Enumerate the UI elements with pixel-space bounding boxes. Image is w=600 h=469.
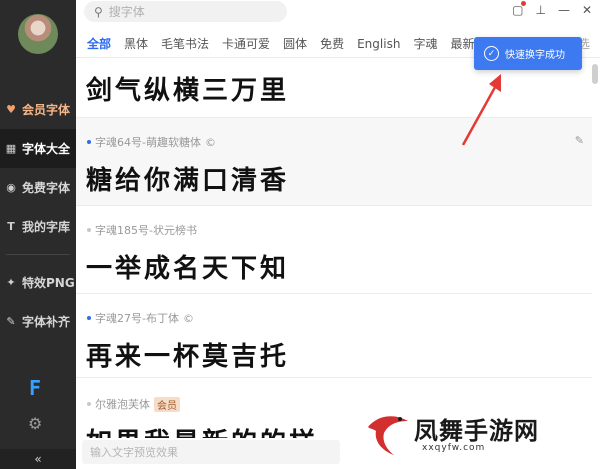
effect-icon: ✦ bbox=[6, 276, 16, 289]
edit-icon[interactable]: ✎ bbox=[575, 134, 584, 147]
sidebar-item-effect-png[interactable]: ✦ 特效PNG bbox=[0, 263, 76, 302]
font-card[interactable]: 字魂185号-状元榜书 一举成名天下知 bbox=[76, 206, 592, 294]
preview-text-box[interactable] bbox=[82, 440, 340, 464]
tab-round[interactable]: 圆体 bbox=[283, 30, 307, 58]
collapse-sidebar-button[interactable]: « bbox=[0, 449, 76, 469]
close-icon[interactable]: ✕ bbox=[582, 3, 592, 17]
font-card[interactable]: 字魂64号-萌趣软糖体 © ✎ 糖给你满口清香 bbox=[76, 118, 592, 206]
wrench-icon: ✎ bbox=[6, 315, 16, 328]
new-dot bbox=[87, 140, 91, 144]
font-preview-text: 再来一杯莫吉托 bbox=[86, 342, 290, 372]
tab-all[interactable]: 全部 bbox=[87, 30, 111, 58]
copyright-icon: © bbox=[204, 135, 216, 149]
sidebar-item-all-fonts[interactable]: ▦ 字体大全 bbox=[0, 129, 76, 168]
check-circle-icon: ✓ bbox=[484, 46, 499, 61]
avatar[interactable] bbox=[18, 14, 58, 54]
minimize-button[interactable]: — bbox=[558, 3, 570, 17]
pin-icon[interactable]: ⊥ bbox=[535, 3, 545, 17]
annotation-arrow bbox=[461, 74, 501, 146]
sidebar-item-my-library[interactable]: T 我的字库 bbox=[0, 207, 76, 246]
sidebar-item-label: 免费字体 bbox=[22, 181, 71, 195]
sidebar-item-label: 特效PNG bbox=[22, 276, 75, 290]
font-preview-text: 如果我是新的的样 bbox=[86, 422, 318, 438]
grid-icon: ▦ bbox=[5, 142, 17, 155]
search-icon: ⚲ bbox=[94, 4, 103, 19]
sidebar: ♥ 会员字体 ▦ 字体大全 ◉ 免费字体 T 我的字库 ✦ 特效PNG ✎ 字体… bbox=[0, 0, 76, 469]
font-list: 剑气纵横三万里 字魂64号-萌趣软糖体 © ✎ 糖给你满口清香 字魂185号-状… bbox=[76, 58, 592, 438]
sidebar-item-label: 字体补齐 bbox=[22, 315, 71, 329]
gear-icon[interactable]: ⚙ bbox=[28, 414, 42, 433]
app-logo-icon: F bbox=[29, 376, 42, 400]
sidebar-item-vip-fonts[interactable]: ♥ 会员字体 bbox=[0, 90, 76, 129]
notification-dot bbox=[521, 1, 527, 6]
font-preview-text: 一举成名天下知 bbox=[86, 254, 290, 284]
font-name-text: 尔雅泡芙体 bbox=[95, 398, 150, 411]
font-name: 尔雅泡芙体 会员 bbox=[87, 396, 180, 412]
search-box[interactable]: ⚲ bbox=[84, 1, 287, 22]
watermark-title: 凤舞手游网 bbox=[414, 417, 539, 445]
preview-text-input[interactable] bbox=[90, 445, 330, 459]
sidebar-item-label: 字体大全 bbox=[22, 142, 71, 156]
search-input[interactable] bbox=[108, 4, 259, 19]
font-preview-text: 剑气纵横三万里 bbox=[86, 76, 290, 106]
status-dot bbox=[87, 402, 91, 406]
toast-text: 快速换字成功 bbox=[505, 50, 565, 61]
tab-latest[interactable]: 最新 bbox=[450, 30, 474, 58]
sidebar-item-free-fonts[interactable]: ◉ 免费字体 bbox=[0, 168, 76, 207]
phoenix-logo-icon bbox=[368, 416, 408, 455]
sidebar-item-label: 我的字库 bbox=[22, 220, 71, 234]
vip-badge: 会员 bbox=[154, 396, 180, 412]
tab-calligraphy[interactable]: 毛笔书法 bbox=[161, 30, 209, 58]
free-icon: ◉ bbox=[6, 181, 16, 194]
new-dot bbox=[87, 316, 91, 320]
tab-english[interactable]: English bbox=[357, 30, 400, 58]
window-controls: ▢ ⊥ — ✕ bbox=[512, 1, 592, 17]
tab-heiti[interactable]: 黑体 bbox=[124, 30, 148, 58]
message-icon[interactable]: ▢ bbox=[512, 1, 527, 17]
status-dot bbox=[87, 228, 91, 232]
sidebar-item-font-complete[interactable]: ✎ 字体补齐 bbox=[0, 302, 76, 341]
heart-icon: ♥ bbox=[6, 103, 16, 116]
font-name-text: 字魂27号-布丁体 bbox=[95, 312, 179, 325]
font-tt-icon: T bbox=[7, 220, 15, 233]
font-name-text: 字魂185号-状元榜书 bbox=[95, 224, 197, 237]
sidebar-item-label: 会员字体 bbox=[22, 103, 71, 117]
font-name: 字魂27号-布丁体 © bbox=[87, 310, 194, 326]
success-toast: ✓ 快速换字成功 bbox=[474, 37, 582, 70]
tab-free[interactable]: 免费 bbox=[320, 30, 344, 58]
font-name: 字魂185号-状元榜书 bbox=[87, 222, 197, 238]
sidebar-nav: ♥ 会员字体 ▦ 字体大全 ◉ 免费字体 T 我的字库 ✦ 特效PNG ✎ 字体… bbox=[0, 90, 76, 341]
tab-zihun[interactable]: 字魂 bbox=[413, 30, 437, 58]
site-watermark: 凤舞手游网 xxqyfw.com bbox=[360, 405, 592, 465]
font-preview-text: 糖给你满口清香 bbox=[86, 166, 290, 196]
tab-cartoon[interactable]: 卡通可爱 bbox=[222, 30, 270, 58]
font-name: 字魂64号-萌趣软糖体 © bbox=[87, 134, 216, 150]
font-card[interactable]: 字魂27号-布丁体 © 再来一杯莫吉托 bbox=[76, 294, 592, 378]
watermark-url: xxqyfw.com bbox=[422, 443, 486, 453]
sidebar-divider bbox=[6, 254, 70, 255]
font-name-text: 字魂64号-萌趣软糖体 bbox=[95, 136, 201, 149]
topbar: ⚲ ▢ ⊥ — ✕ bbox=[76, 0, 600, 24]
copyright-icon: © bbox=[182, 311, 194, 325]
scrollbar-thumb[interactable] bbox=[592, 64, 598, 84]
